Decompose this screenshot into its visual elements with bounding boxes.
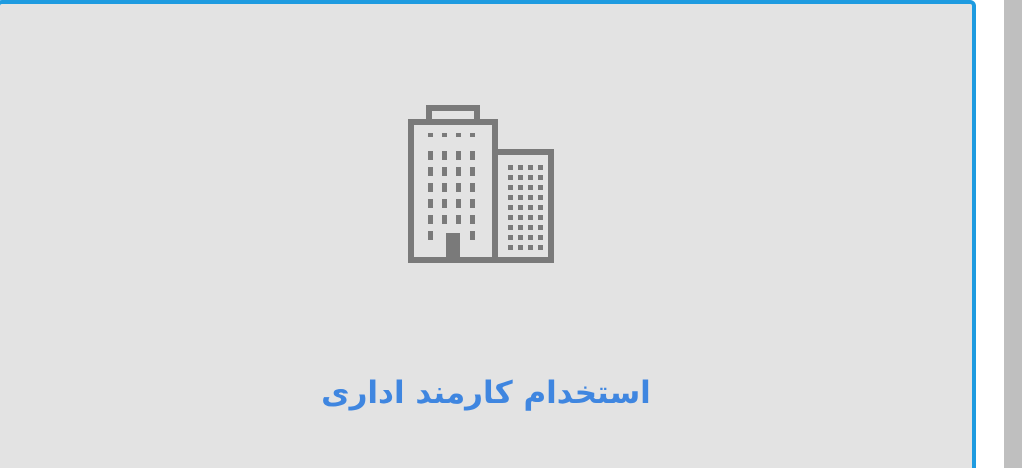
office-employee-hiring-card[interactable]: استخدام کارمند اداری [0, 0, 976, 468]
office-building-icon [408, 105, 556, 267]
card-title: استخدام کارمند اداری [321, 375, 651, 411]
gutter [980, 0, 1004, 468]
scrollbar[interactable] [1004, 0, 1022, 468]
page: استخدام کارمند اداری [0, 0, 1022, 468]
